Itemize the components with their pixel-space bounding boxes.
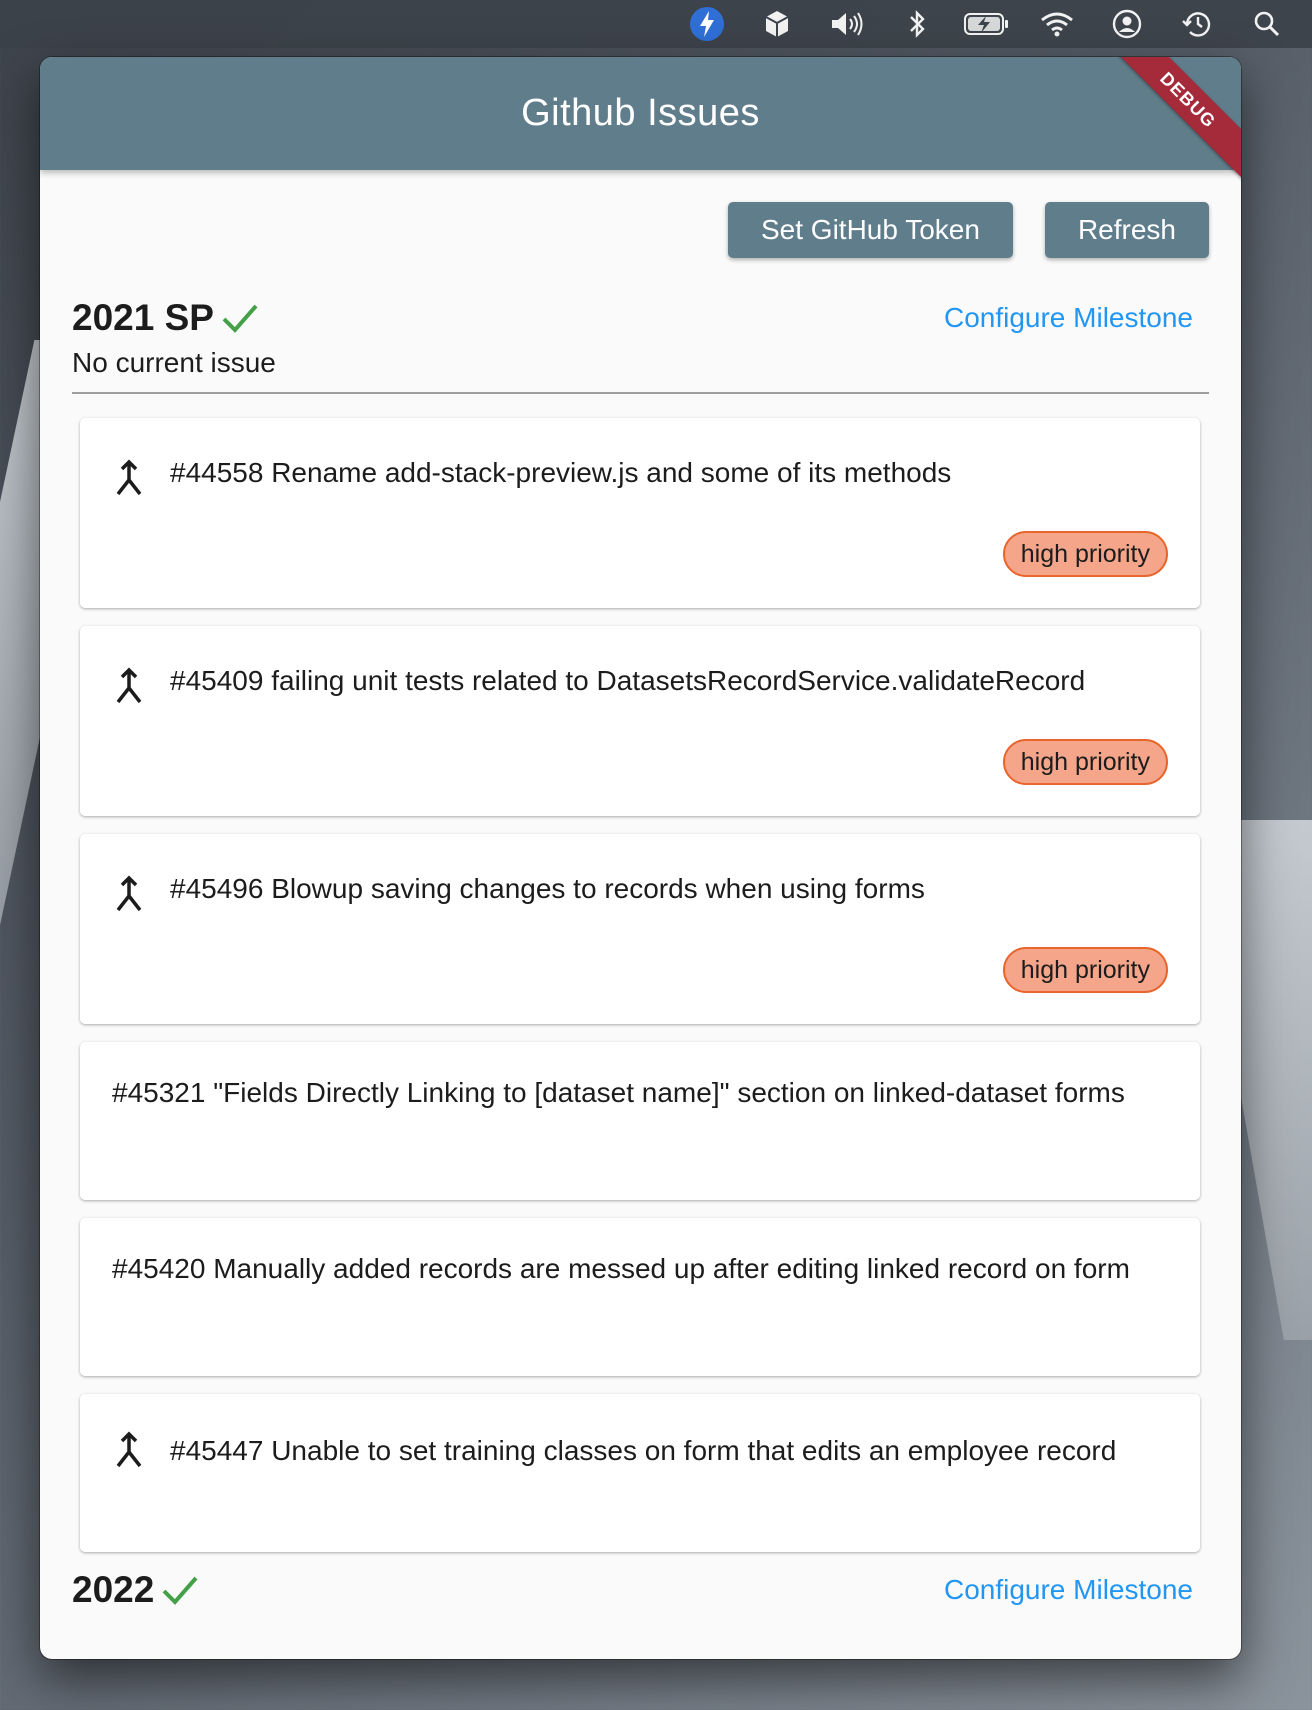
issue-title: #45447 Unable to set training classes on…	[170, 1434, 1117, 1466]
issue-card[interactable]: #45420 Manually added records are messed…	[80, 1218, 1200, 1376]
cube-app-icon[interactable]	[742, 0, 812, 48]
issue-title: #45496 Blowup saving changes to records …	[170, 873, 925, 904]
current-issue-status: No current issue	[72, 347, 276, 378]
milestone-title: 2022	[72, 1569, 155, 1610]
bluetooth-icon[interactable]	[882, 0, 952, 48]
issue-title: #45321 "Fields Directly Linking to [data…	[112, 1077, 1125, 1108]
milestone-header: 2021 SP Configure Milestone	[72, 297, 1209, 339]
issue-card[interactable]: #45496 Blowup saving changes to records …	[80, 834, 1200, 1024]
spotlight-search-icon[interactable]	[1232, 0, 1302, 48]
wifi-icon[interactable]	[1022, 0, 1092, 48]
priority-label: high priority	[1002, 531, 1168, 577]
milestone-title-group: 2022	[72, 1569, 200, 1611]
app-window: Github Issues DEBUG Set GitHub Token Ref…	[40, 57, 1241, 1659]
merge-icon	[116, 459, 142, 496]
issue-card[interactable]: #45409 failing unit tests related to Dat…	[80, 626, 1200, 816]
issue-title: #45420 Manually added records are messed…	[112, 1253, 1130, 1284]
issue-card[interactable]: #44558 Rename add-stack-preview.js and s…	[80, 418, 1200, 608]
set-github-token-button[interactable]: Set GitHub Token	[728, 202, 1013, 258]
priority-label: high priority	[1002, 739, 1168, 785]
merge-icon	[116, 1431, 142, 1468]
app-bar: Github Issues	[40, 57, 1241, 170]
priority-label: high priority	[1002, 947, 1168, 993]
milestone-header: 2022 Configure Milestone	[72, 1569, 1209, 1611]
milestone-title-group: 2021 SP	[72, 297, 260, 339]
issue-card[interactable]: #45321 "Fields Directly Linking to [data…	[80, 1042, 1200, 1200]
merge-icon	[116, 875, 142, 912]
check-icon	[222, 304, 258, 333]
toolbar: Set GitHub Token Refresh	[728, 202, 1209, 258]
divider	[72, 392, 1209, 394]
configure-milestone-link[interactable]: Configure Milestone	[944, 302, 1209, 334]
user-account-icon[interactable]	[1092, 0, 1162, 48]
configure-milestone-link[interactable]: Configure Milestone	[944, 1574, 1209, 1606]
time-machine-icon[interactable]	[1162, 0, 1232, 48]
milestone-title: 2021 SP	[72, 297, 214, 338]
merge-icon	[116, 667, 142, 704]
lightning-app-icon[interactable]	[672, 0, 742, 48]
issue-title: #45409 failing unit tests related to Dat…	[170, 665, 1086, 696]
issue-title: #44558 Rename add-stack-preview.js and s…	[170, 457, 952, 488]
menu-bar	[0, 0, 1312, 48]
volume-icon[interactable]	[812, 0, 882, 48]
check-icon	[162, 1576, 198, 1605]
issue-card[interactable]: #45447 Unable to set training classes on…	[80, 1394, 1200, 1552]
app-title: Github Issues	[521, 92, 760, 134]
refresh-button[interactable]: Refresh	[1044, 202, 1209, 258]
battery-icon[interactable]	[952, 0, 1022, 48]
